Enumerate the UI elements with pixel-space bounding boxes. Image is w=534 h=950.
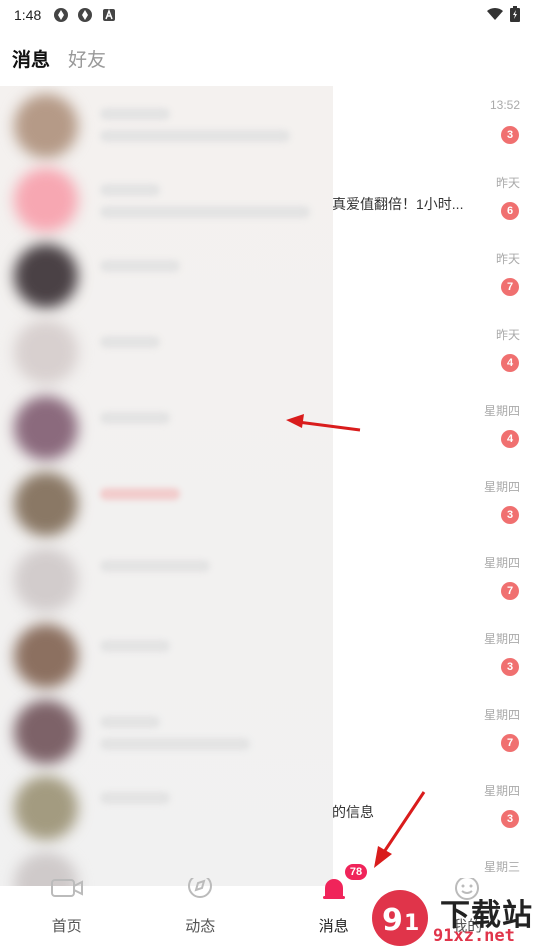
status-bar: 1:48 xyxy=(0,0,534,30)
row-time: 星期四 xyxy=(483,480,520,494)
unread-badge: 4 xyxy=(501,430,519,448)
blurred-text xyxy=(100,336,160,348)
svg-text:9: 9 xyxy=(382,903,403,938)
top-tabs: 消息 好友 xyxy=(0,36,534,80)
blurred-avatar xyxy=(14,168,78,232)
unread-badge: 6 xyxy=(501,202,519,220)
nav-messages-label: 消息 xyxy=(318,918,349,935)
row-time: 昨天 xyxy=(495,328,520,342)
row-time: 13:52 xyxy=(489,98,520,112)
svg-text:1: 1 xyxy=(404,911,419,936)
blurred-avatar xyxy=(14,320,78,384)
blurred-avatar xyxy=(14,624,78,688)
row-time: 星期四 xyxy=(483,784,520,798)
blurred-text xyxy=(100,738,250,750)
unread-badge: 7 xyxy=(501,734,519,752)
row-time: 星期四 xyxy=(483,556,520,570)
status-time: 1:48 xyxy=(14,7,42,23)
unread-badge: 7 xyxy=(501,582,519,600)
row-snippet: 真爱值翻倍！1小时... xyxy=(332,196,464,212)
blurred-avatar xyxy=(14,396,78,460)
blurred-text xyxy=(100,184,160,196)
blurred-text xyxy=(100,560,210,572)
unread-badge: 3 xyxy=(501,810,519,828)
wifi-icon xyxy=(486,7,504,24)
blurred-avatar xyxy=(14,776,78,840)
row-time: 星期四 xyxy=(483,708,520,722)
sync-icon xyxy=(53,7,69,23)
blurred-text xyxy=(100,412,170,424)
row-time: 星期四 xyxy=(483,632,520,646)
camera-icon xyxy=(50,878,84,905)
blurred-text xyxy=(100,108,170,120)
sync-icon-2 xyxy=(77,7,93,23)
blurred-avatar xyxy=(14,244,78,308)
unread-badge: 3 xyxy=(501,658,519,676)
blurred-text xyxy=(100,488,180,500)
unread-badge: 3 xyxy=(501,126,519,144)
nav-home-label: 首页 xyxy=(51,918,82,935)
nav-home[interactable]: 首页 xyxy=(0,879,134,950)
bell-icon xyxy=(317,878,351,905)
blurred-text xyxy=(100,206,310,218)
blurred-text xyxy=(100,640,170,652)
row-snippet: 的信息 xyxy=(332,804,374,820)
unread-badge: 4 xyxy=(501,354,519,372)
row-time: 昨天 xyxy=(495,252,520,266)
blurred-avatar xyxy=(14,548,78,612)
blurred-overlay xyxy=(0,86,333,886)
row-time: 星期四 xyxy=(483,404,520,418)
tab-messages[interactable]: 消息 xyxy=(12,45,50,72)
blurred-avatar xyxy=(14,472,78,536)
blurred-avatar xyxy=(14,94,78,158)
unread-badge: 7 xyxy=(501,278,519,296)
blurred-text xyxy=(100,260,180,272)
battery-icon xyxy=(510,5,520,25)
compass-icon xyxy=(185,874,215,905)
nav-feed-label: 动态 xyxy=(185,918,216,935)
notification-a-icon xyxy=(101,7,117,23)
messages-badge: 78 xyxy=(345,864,367,880)
nav-feed[interactable]: 动态 xyxy=(134,874,268,950)
watermark-url: 91xz.net xyxy=(433,926,515,946)
row-time: 昨天 xyxy=(495,176,520,190)
blurred-text xyxy=(100,792,170,804)
tab-friends[interactable]: 好友 xyxy=(68,45,106,72)
blurred-avatar xyxy=(14,700,78,764)
row-time: 星期三 xyxy=(483,860,520,874)
blurred-text xyxy=(100,716,160,728)
blurred-text xyxy=(100,130,290,142)
unread-badge: 3 xyxy=(501,506,519,524)
